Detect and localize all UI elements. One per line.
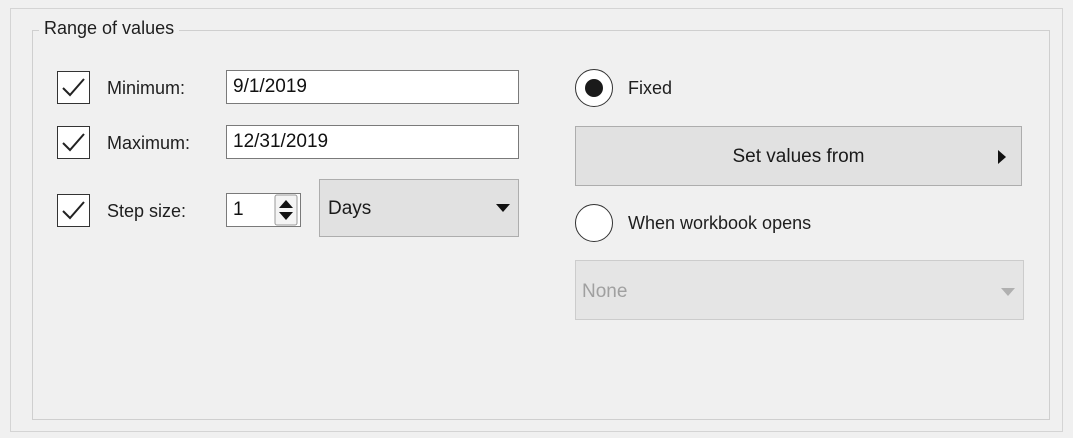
maximum-field[interactable]: 12/31/2019 <box>226 125 519 159</box>
when-workbook-opens-label: When workbook opens <box>628 213 812 233</box>
step-unit-value: Days <box>328 198 372 219</box>
workbook-open-select[interactable]: None <box>575 260 1024 320</box>
when-workbook-opens-radio[interactable] <box>575 204 613 242</box>
step-unit-select[interactable]: Days <box>319 179 519 237</box>
caret-right-icon <box>998 150 1006 164</box>
workbook-open-select-value: None <box>582 281 628 302</box>
maximum-checkbox[interactable] <box>57 126 90 159</box>
minimum-field[interactable]: 9/1/2019 <box>226 70 519 104</box>
caret-down-icon <box>496 204 510 212</box>
step-size-checkbox[interactable] <box>57 194 90 227</box>
fixed-label: Fixed <box>628 78 673 98</box>
checkmark-icon <box>62 201 85 220</box>
checkmark-icon <box>62 78 85 97</box>
step-size-spinner[interactable] <box>273 193 299 227</box>
minimum-label: Minimum: <box>107 78 186 98</box>
step-size-label: Step size: <box>107 201 187 221</box>
set-values-from-label: Set values from <box>732 146 865 167</box>
checkmark-icon <box>62 133 85 152</box>
spin-up-down-icon <box>274 194 298 226</box>
radio-selected-dot <box>585 79 603 97</box>
set-values-from-button[interactable]: Set values from <box>575 126 1022 186</box>
minimum-checkbox[interactable] <box>57 71 90 104</box>
maximum-label: Maximum: <box>107 133 191 153</box>
group-title: Range of values <box>39 18 180 39</box>
fixed-radio[interactable] <box>575 69 613 107</box>
caret-down-icon <box>1001 288 1015 296</box>
